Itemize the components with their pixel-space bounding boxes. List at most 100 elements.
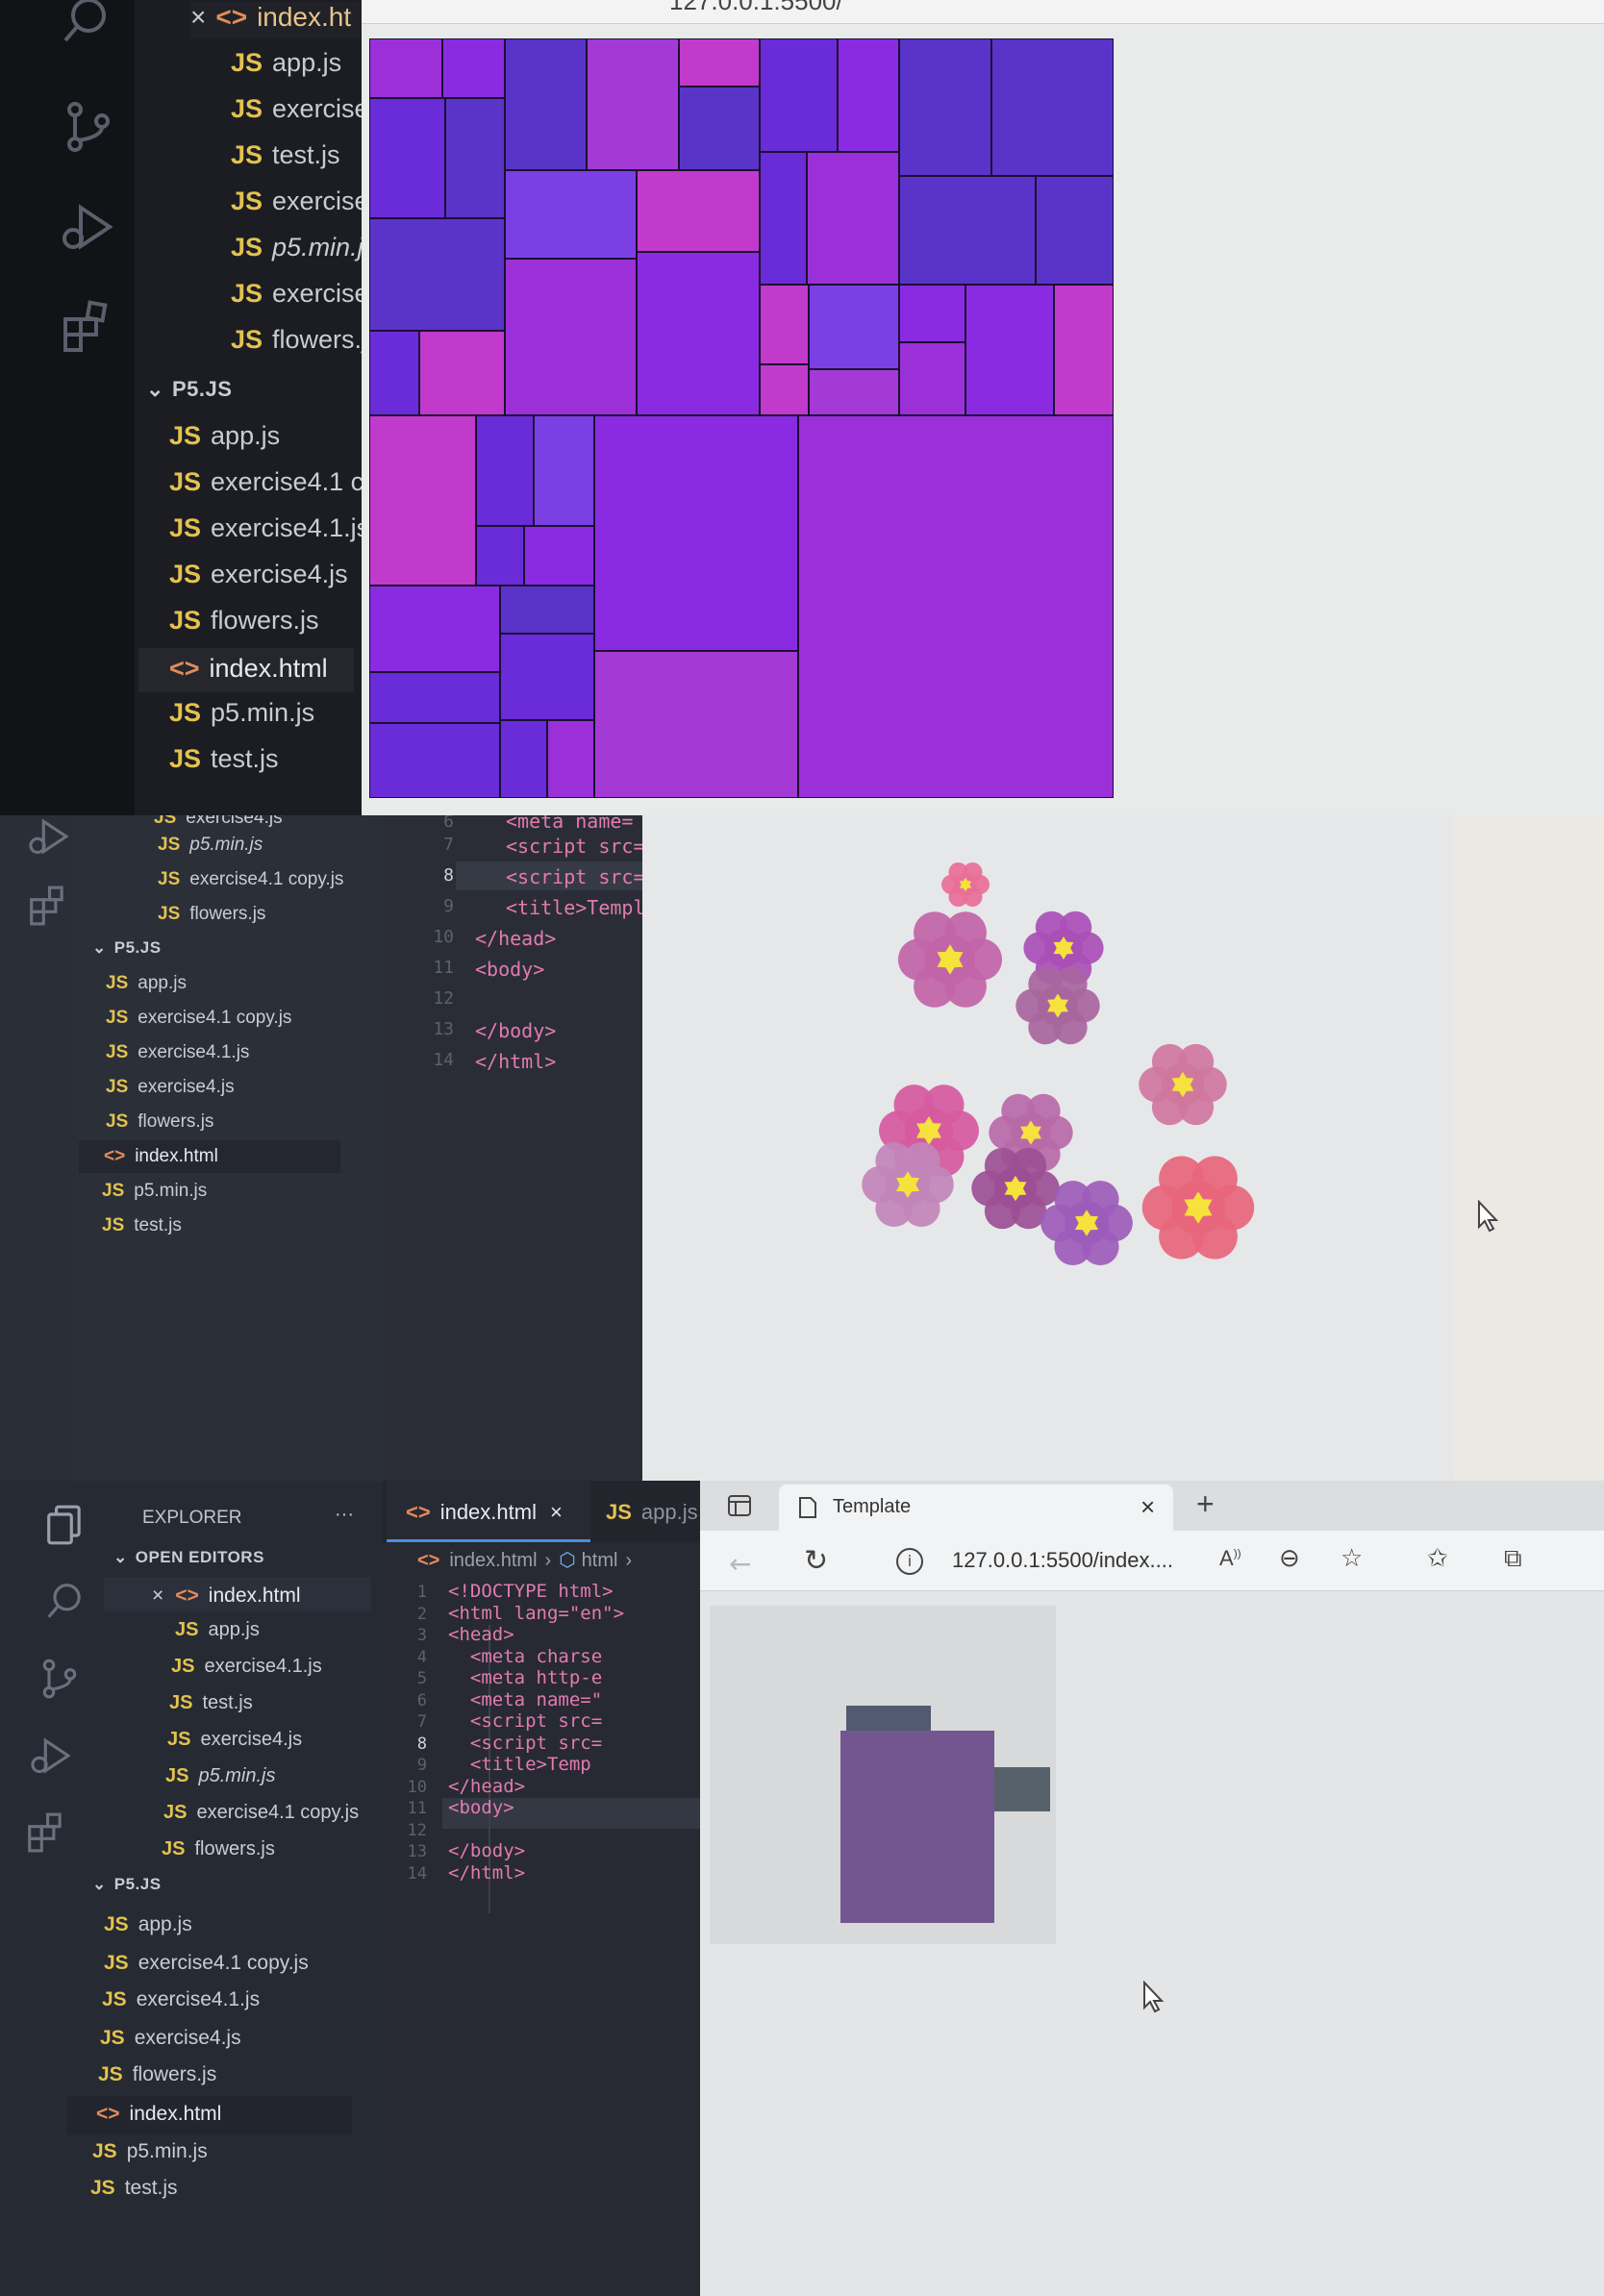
open-editors-header[interactable]: ⌄ OPEN EDITORS: [113, 1548, 264, 1567]
source-control-icon[interactable]: [62, 100, 115, 154]
code-editor[interactable]: 6 7 8 9 10 11 12 13 14 <meta name= <scri…: [385, 815, 645, 1481]
run-debug-icon[interactable]: [29, 1734, 71, 1777]
folder-p5js[interactable]: ⌄ P5.JS: [92, 1875, 162, 1894]
file-item[interactable]: JS test.js: [90, 2177, 178, 2200]
info-icon[interactable]: i: [896, 1548, 923, 1575]
file-label: flowers.js: [211, 606, 319, 635]
file-item-active[interactable]: <> index.html: [67, 2096, 352, 2134]
open-editor-item[interactable]: JS p5.min.j: [231, 233, 363, 262]
file-item[interactable]: JS exercise4.js: [169, 560, 348, 589]
open-editor-item[interactable]: × <> index.html: [104, 1577, 371, 1611]
close-icon[interactable]: ×: [190, 2, 206, 32]
open-editor-item[interactable]: JS test.js: [231, 140, 340, 170]
breadcrumb-item[interactable]: index.html: [449, 1550, 537, 1571]
open-editor-item[interactable]: JS exercise4.js: [167, 1729, 302, 1751]
code-line: </body>: [448, 1840, 526, 1861]
favorites-bar-icon[interactable]: ✩: [1427, 1544, 1448, 1573]
tab-index-html[interactable]: <> index.html ×: [387, 1481, 590, 1542]
file-item[interactable]: JS flowers.js: [169, 606, 319, 636]
open-editor-item[interactable]: JS exercise4.1.js: [171, 1656, 322, 1678]
url-text[interactable]: 127.0.0.1:5500/index....: [952, 1548, 1173, 1573]
file-item[interactable]: JS app.js: [106, 973, 187, 994]
file-item[interactable]: JS exercise4.1.js: [169, 513, 369, 543]
extensions-icon[interactable]: [27, 885, 69, 927]
js-file-icon: JS: [102, 1181, 125, 1201]
open-editor-item[interactable]: × <> index.ht: [190, 2, 383, 38]
rectangle-mosaic: [368, 37, 1115, 799]
breadcrumb-item[interactable]: html: [582, 1550, 618, 1571]
new-tab-button[interactable]: +: [1196, 1486, 1215, 1522]
extensions-icon[interactable]: [60, 300, 113, 354]
file-item[interactable]: JS exercise4.1 copy.js: [106, 1008, 291, 1029]
open-editor-item[interactable]: JS exercise: [231, 279, 369, 309]
file-item[interactable]: JS exercise4.1 c: [169, 467, 363, 497]
file-item-active[interactable]: <> index.html: [138, 648, 354, 692]
close-icon[interactable]: ×: [550, 1500, 563, 1524]
close-icon[interactable]: ×: [152, 1585, 163, 1607]
favorite-icon[interactable]: ☆: [1341, 1544, 1363, 1573]
file-label: p5.min.js: [211, 698, 315, 727]
file-item[interactable]: JS p5.min.js: [169, 698, 314, 728]
file-item[interactable]: JS exercise4.js: [106, 1077, 235, 1098]
file-item[interactable]: JS flowers.js: [106, 1111, 213, 1133]
open-editor-item[interactable]: JS app.js: [231, 48, 341, 78]
open-editor-item[interactable]: JS p5.min.js: [165, 1765, 276, 1787]
open-editor-item[interactable]: JS exercise4.1 copy.js: [163, 1802, 359, 1824]
file-item[interactable]: JS p5.min.js: [92, 2140, 208, 2163]
file-item[interactable]: JS p5.min.js: [158, 835, 263, 856]
file-item[interactable]: JS exercise4.js: [100, 2027, 241, 2050]
browser-tab[interactable]: Template ×: [779, 1485, 1173, 1531]
zoom-out-icon[interactable]: ⊖: [1279, 1544, 1300, 1573]
code-editor[interactable]: <> index.html × JS app.js <> index.html › ⬡ htm…: [383, 1481, 700, 2296]
file-item[interactable]: JS flowers.js: [158, 904, 265, 925]
folder-p5js[interactable]: ⌄ P5.JS: [146, 377, 232, 402]
source-control-icon[interactable]: [38, 1658, 81, 1700]
open-editor-item[interactable]: JS flowers.j: [231, 325, 367, 355]
open-editor-item[interactable]: JS exercise: [231, 94, 369, 124]
back-icon[interactable]: ←: [729, 1548, 751, 1580]
run-debug-icon[interactable]: [27, 815, 69, 858]
open-editor-item[interactable]: JS exercise: [231, 187, 369, 216]
chevron-right-icon: ›: [544, 1550, 552, 1571]
file-item[interactable]: JS p5.min.js: [102, 1181, 207, 1202]
code-line: </head>: [448, 1775, 526, 1797]
js-file-icon: JS: [231, 48, 263, 77]
close-icon[interactable]: ×: [1140, 1492, 1155, 1522]
extensions-icon[interactable]: [25, 1811, 67, 1854]
run-debug-icon[interactable]: [60, 200, 113, 254]
open-editor-item[interactable]: JS app.js: [175, 1619, 260, 1641]
file-item[interactable]: JS app.js: [104, 1913, 192, 1936]
open-editor-item[interactable]: JS flowers.js: [162, 1838, 275, 1860]
file-item[interactable]: JS exercise4.1 copy.js: [158, 869, 343, 890]
open-editor-item[interactable]: JS test.js: [169, 1692, 253, 1714]
file-item-active[interactable]: <> index.html: [79, 1140, 340, 1173]
files-icon[interactable]: [44, 1504, 87, 1546]
js-file-icon: JS: [162, 1838, 186, 1859]
file-item[interactable]: JS exercise4.js: [154, 815, 283, 829]
url-bar-text[interactable]: 127.0.0.1:5500/: [669, 0, 843, 16]
more-actions-button[interactable]: ···: [335, 1504, 354, 1526]
mosaic-rect: [898, 175, 1037, 286]
code-line: </head>: [475, 927, 557, 950]
reload-icon[interactable]: ↻: [804, 1544, 828, 1578]
file-item[interactable]: JS exercise4.1 copy.js: [104, 1952, 309, 1975]
search-icon[interactable]: [60, 0, 113, 48]
search-icon[interactable]: [44, 1581, 87, 1623]
browser-window: 127.0.0.1:5500/: [362, 0, 1604, 815]
line-number: 12: [433, 988, 454, 1009]
tab-actions-icon[interactable]: [727, 1494, 752, 1517]
file-item[interactable]: JS app.js: [169, 421, 280, 451]
file-item[interactable]: JS exercise4.1.js: [102, 1988, 260, 2011]
file-item[interactable]: JS exercise4.1.js: [106, 1042, 249, 1063]
read-aloud-icon[interactable]: A)): [1219, 1546, 1241, 1571]
file-item[interactable]: JS flowers.js: [98, 2063, 216, 2086]
code-line: <html lang="en">: [448, 1602, 625, 1624]
collections-icon[interactable]: ⧉: [1504, 1544, 1522, 1574]
tab-app-js[interactable]: JS app.js: [606, 1481, 702, 1542]
file-label: index.html: [135, 1146, 218, 1166]
mosaic-rect: [475, 525, 525, 586]
file-label: test.js: [202, 1692, 253, 1713]
file-item[interactable]: JS test.js: [102, 1215, 182, 1236]
file-item[interactable]: JS test.js: [169, 744, 279, 774]
folder-p5js[interactable]: ⌄ P5.JS: [92, 938, 162, 958]
